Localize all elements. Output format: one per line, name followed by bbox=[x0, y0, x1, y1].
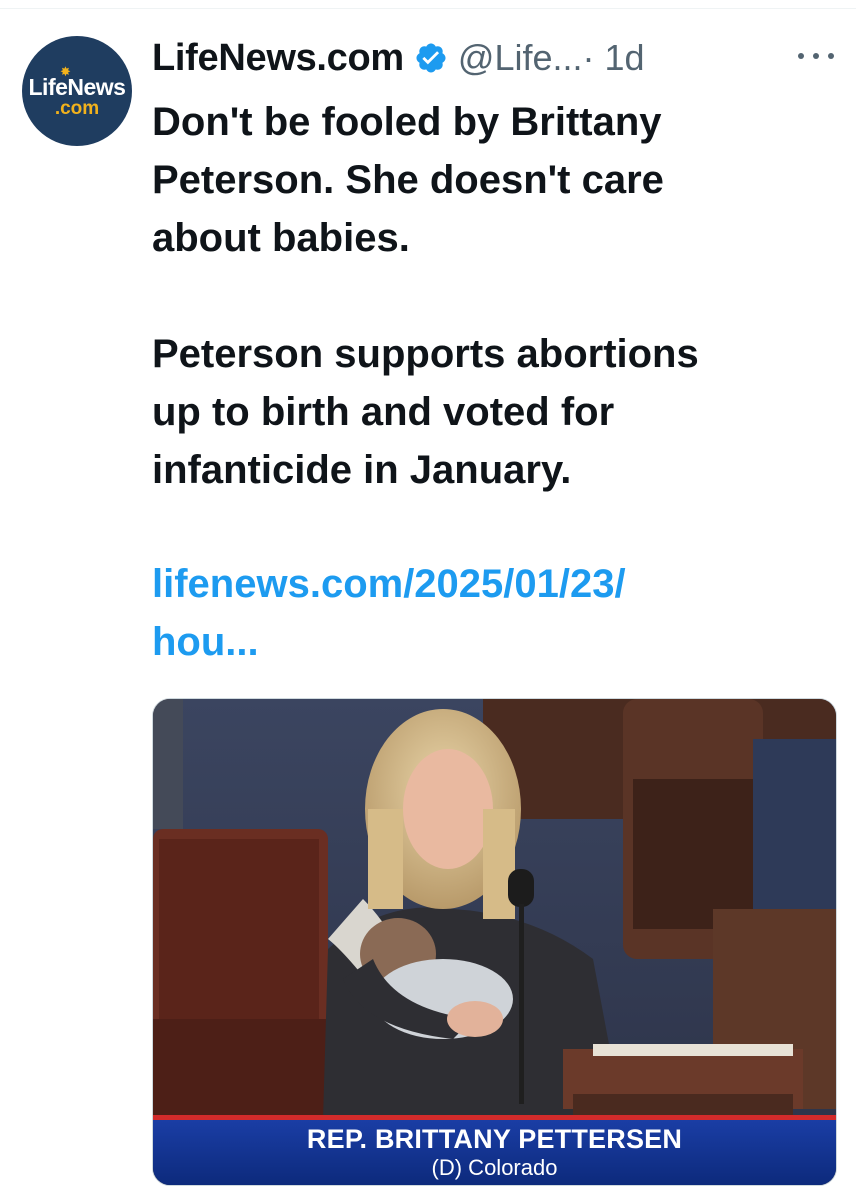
more-options-icon[interactable] bbox=[798, 38, 834, 74]
tweet-header: LifeNews.com @Life... · 1d bbox=[152, 34, 812, 82]
tweet-media-image[interactable]: REP. BRITTANY PETTERSEN (D) Colorado bbox=[152, 698, 837, 1186]
timestamp[interactable]: · 1d bbox=[583, 37, 645, 79]
display-name[interactable]: LifeNews.com bbox=[152, 37, 404, 80]
avatar-logo-text: LifeNews bbox=[28, 74, 126, 100]
avatar-logo-subtext: .com bbox=[54, 98, 100, 119]
verified-badge-icon bbox=[416, 43, 446, 73]
top-divider bbox=[0, 0, 856, 9]
handle[interactable]: @Life... bbox=[458, 37, 583, 79]
chyron-name: REP. BRITTANY PETTERSEN bbox=[306, 1124, 683, 1154]
tweet-text: Don't be fooled by Brittany Peterson. Sh… bbox=[152, 100, 699, 492]
chyron-accent-strip bbox=[153, 1115, 836, 1120]
tweet-link[interactable]: lifenews.com/2025/01/23/ hou... bbox=[152, 555, 832, 671]
house-floor-photo bbox=[153, 699, 836, 1185]
chyron-subtitle: (D) Colorado bbox=[431, 1155, 558, 1180]
avatar[interactable]: ✸ LifeNews .com bbox=[22, 36, 132, 146]
news-chyron: REP. BRITTANY PETTERSEN (D) Colorado bbox=[153, 1115, 836, 1185]
